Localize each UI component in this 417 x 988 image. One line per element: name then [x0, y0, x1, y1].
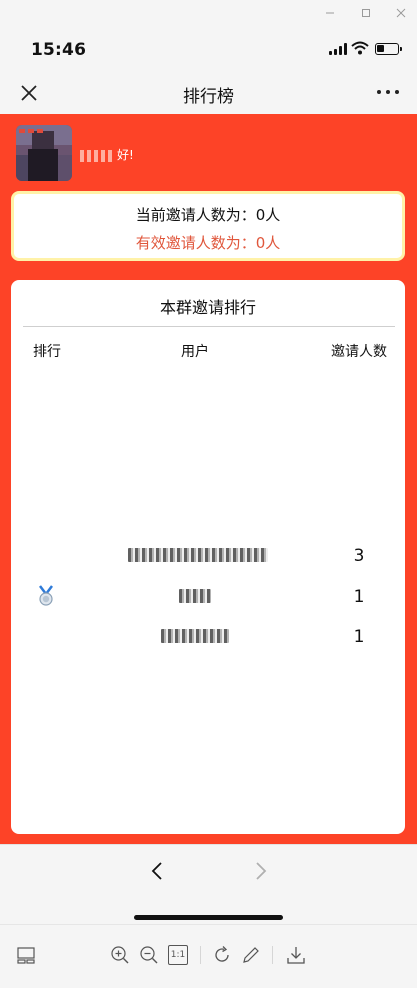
close-icon[interactable]: [391, 3, 411, 23]
avatar: [16, 125, 72, 181]
viewer-toolbar: 1:1: [0, 924, 417, 988]
username-blurred: [179, 589, 211, 603]
zoom-out-icon[interactable]: [139, 945, 159, 965]
maximize-icon[interactable]: [356, 3, 376, 23]
content-area: 好! 当前邀请人数为：0人 有效邀请人数为：0人 本群邀请排行 排行 用户 邀请…: [0, 114, 417, 844]
more-icon[interactable]: [377, 82, 401, 102]
ranking-card: 本群邀请排行 排行 用户 邀请人数 3 1 1: [11, 280, 405, 834]
table-row: 1: [11, 617, 405, 657]
nav-bar: 排行榜: [0, 74, 417, 114]
invite-count: 1: [353, 627, 365, 647]
zoom-in-icon[interactable]: [110, 945, 130, 965]
actual-size-icon[interactable]: 1:1: [168, 945, 188, 965]
column-header-user: 用户: [181, 344, 209, 360]
greeting-text: 好!: [80, 146, 134, 163]
divider: [23, 326, 395, 327]
layout-icon[interactable]: [16, 945, 36, 965]
medal-icon: [39, 585, 53, 606]
browser-navigation: [0, 844, 417, 924]
status-bar: 15:46: [0, 26, 417, 74]
divider: [200, 946, 201, 964]
invite-count: 1: [353, 587, 365, 607]
divider: [272, 946, 273, 964]
battery-icon: [375, 43, 402, 55]
home-indicator: [134, 915, 283, 920]
rotate-icon[interactable]: [212, 945, 232, 965]
page-title: 排行榜: [183, 87, 234, 107]
ranking-title: 本群邀请排行: [159, 298, 256, 317]
download-icon[interactable]: [286, 945, 306, 965]
invite-summary-card: 当前邀请人数为：0人 有效邀请人数为：0人: [11, 191, 405, 261]
window-title-bar: [0, 0, 417, 26]
chevron-right-icon[interactable]: [250, 861, 270, 881]
table-row: 3: [11, 536, 405, 576]
username-blurred: [161, 629, 229, 643]
signal-icon: [329, 43, 347, 55]
table-row: 1: [11, 577, 405, 617]
status-time: 15:46: [31, 40, 87, 60]
minimize-icon[interactable]: [320, 3, 340, 23]
column-header-invites: 邀请人数: [331, 344, 387, 360]
current-invite-count: 当前邀请人数为：0人: [135, 206, 281, 224]
column-header-rank: 排行: [33, 344, 61, 360]
wifi-icon: [351, 41, 369, 55]
greeting-suffix: 好!: [117, 148, 134, 162]
invite-count: 3: [353, 546, 365, 566]
username-blurred: [128, 548, 268, 562]
valid-invite-count: 有效邀请人数为：0人: [135, 234, 281, 252]
username-blurred: [80, 149, 114, 162]
edit-icon[interactable]: [241, 945, 261, 965]
chevron-left-icon[interactable]: [148, 861, 168, 881]
